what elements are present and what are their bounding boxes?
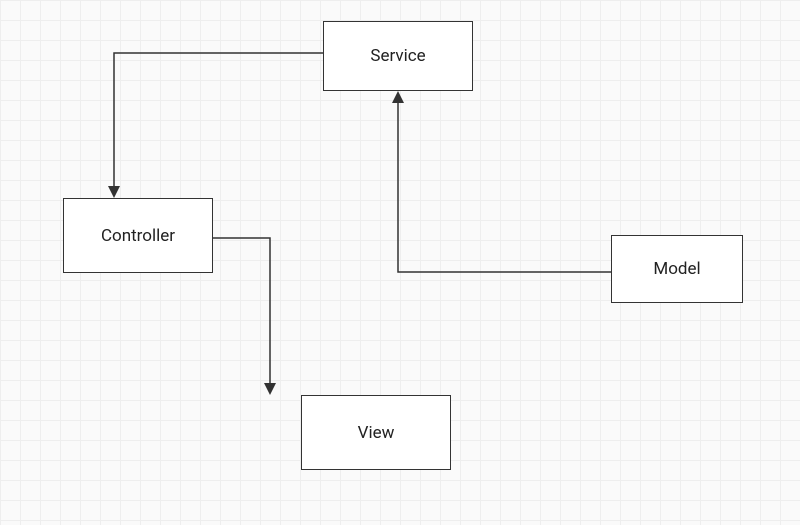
node-service-label: Service <box>370 46 425 66</box>
arrowhead-service-to-controller <box>108 186 120 198</box>
node-model-label: Model <box>653 259 700 279</box>
node-controller-label: Controller <box>101 226 175 246</box>
arrow-controller-to-view <box>213 238 270 393</box>
node-model[interactable]: Model <box>611 235 743 303</box>
arrowhead-model-to-service <box>392 91 404 103</box>
node-view[interactable]: View <box>301 395 451 470</box>
node-view-label: View <box>358 423 395 443</box>
node-service[interactable]: Service <box>323 21 473 91</box>
arrow-model-to-service <box>398 93 611 272</box>
diagram-canvas: Service Controller Model View <box>0 0 800 525</box>
node-controller[interactable]: Controller <box>63 198 213 273</box>
arrowhead-controller-to-view <box>264 383 276 395</box>
arrow-service-to-controller <box>114 53 323 196</box>
